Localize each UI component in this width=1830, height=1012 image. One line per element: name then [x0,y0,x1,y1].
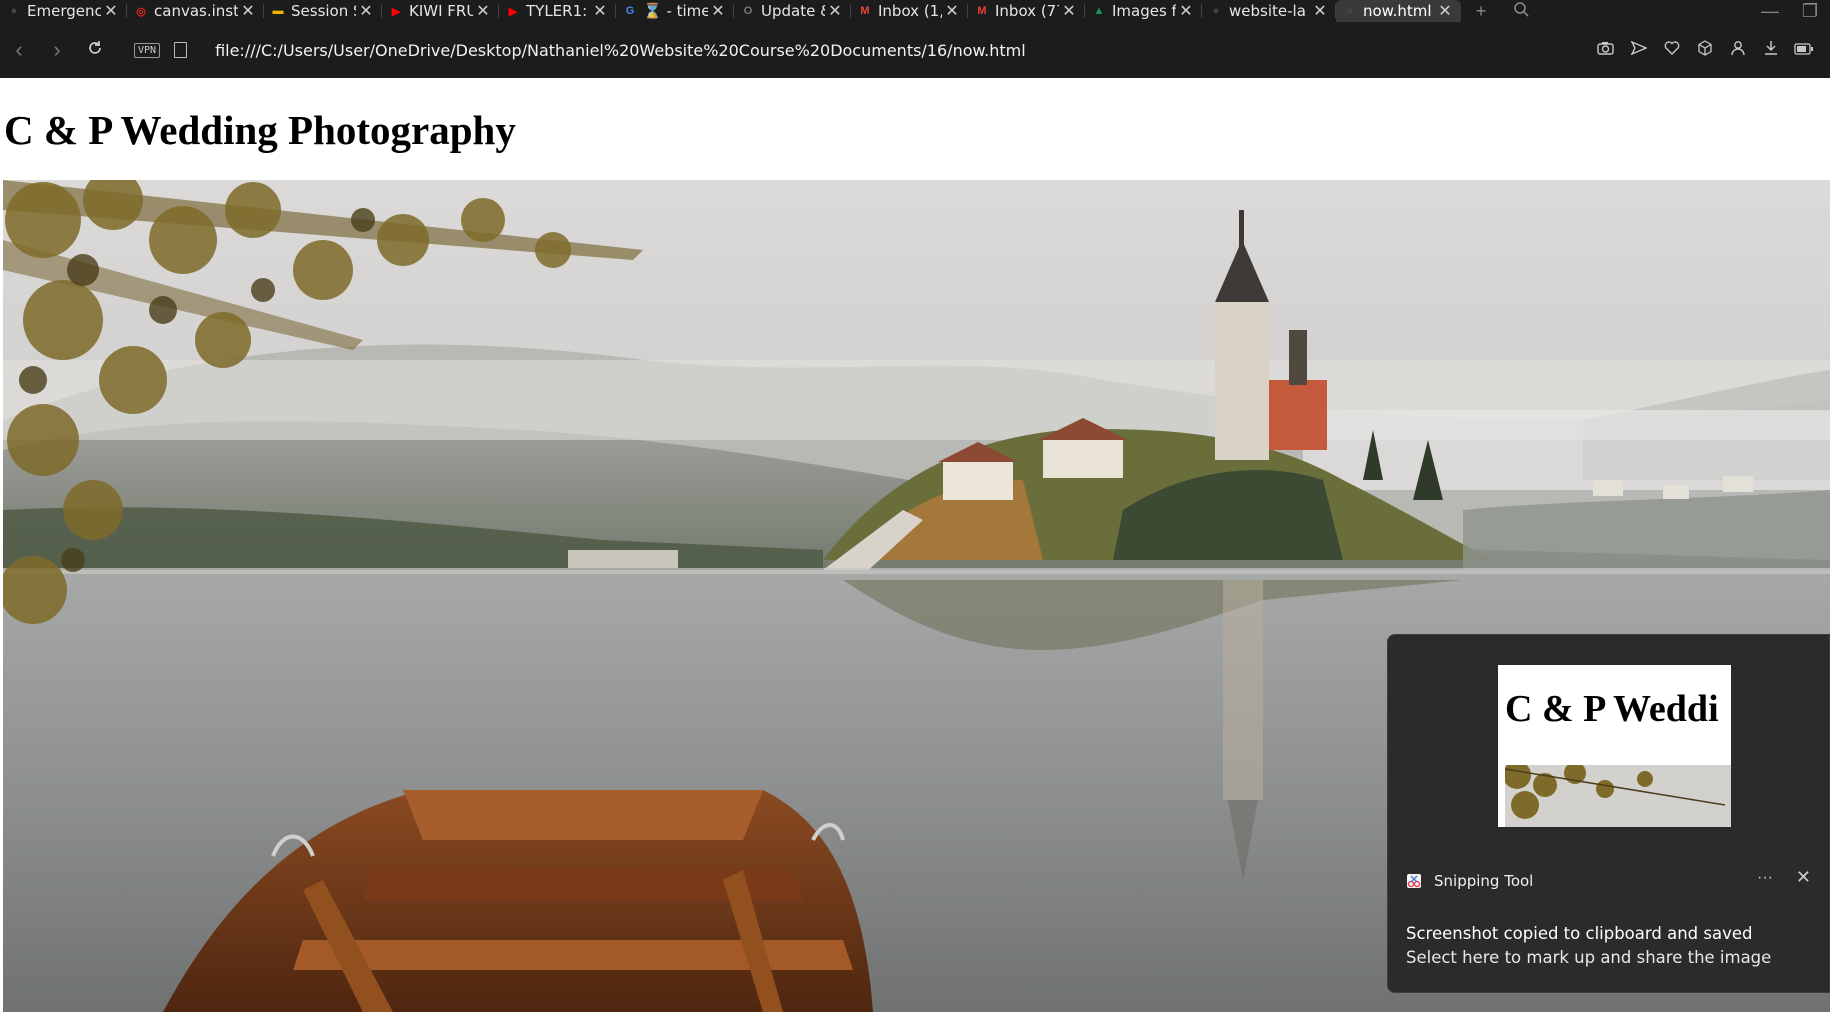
toast-message: Screenshot copied to clipboard and saved [1406,924,1753,943]
globe-icon: ● [1346,5,1354,17]
battery-icon[interactable] [1787,40,1820,60]
tab-1[interactable]: ◎ canvas.inst ✕ [127,0,264,22]
send-icon[interactable] [1622,40,1655,60]
globe-icon: ● [1212,5,1220,17]
reload-button[interactable] [76,37,114,63]
account-icon[interactable] [1721,40,1754,61]
tab-close-icon[interactable]: ✕ [1059,1,1079,21]
youtube-icon: ▶ [391,5,401,18]
file-icon [174,42,188,58]
minimize-button[interactable]: — [1750,1,1790,22]
tab-8[interactable]: M Inbox (777✕ [968,0,1085,22]
tab-strip: ●Emergency✕◎canvas.inst✕▬Session Si✕▶KIW… [0,0,1830,22]
toast-subtext[interactable]: Select here to mark up and share the ima… [1406,948,1771,967]
tab-3[interactable]: ▶ KIWI FRUI✕ [382,0,499,22]
tab-0[interactable]: ● Emergency✕ [0,0,127,22]
tab-2[interactable]: ▬ Session Si✕ [264,0,382,22]
heart-icon[interactable] [1655,40,1688,60]
google-icon: G [625,5,635,17]
tab-11[interactable]: ● now.html ✕ [1336,0,1461,22]
youtube-icon: ▶ [508,5,518,18]
snipping-tool-icon [1407,874,1421,888]
gmail-icon: M [860,5,870,17]
tab-7[interactable]: M Inbox (1,2✕ [851,0,968,22]
opera-icon: O [743,5,753,17]
back-button[interactable]: ‹ [0,37,38,63]
tab-close-icon[interactable]: ✕ [1176,1,1196,21]
tab-10[interactable]: ● website-la ✕ [1202,0,1336,22]
tab-label: TYLER1: L [526,2,590,20]
globe-icon: ● [10,5,18,17]
thumbnail-heading: C & P Weddi [1505,688,1719,730]
tab-label: Inbox (777 [995,2,1059,20]
tab-close-icon[interactable]: ✕ [238,1,258,21]
camera-icon[interactable] [1589,40,1622,60]
tab-6[interactable]: O Update & ✕ [734,0,851,22]
toast-app-header: Snipping Tool [1406,872,1533,890]
tab-close-icon[interactable]: ✕ [942,1,962,21]
tab-label: website-la [1229,2,1306,20]
cube-icon[interactable] [1688,39,1721,61]
tab-close-icon[interactable]: ✕ [1435,1,1455,21]
page-heading: C & P Wedding Photography [4,107,516,153]
tab-label: Inbox (1,2 [878,2,942,20]
tab-label: ⌛ - timer [643,2,708,20]
tab-label: Update & [761,2,825,20]
tab-label: Emergency [27,2,101,20]
download-icon[interactable] [1754,40,1787,61]
tab-label: KIWI FRUI [409,2,473,20]
tab-9[interactable]: ▲ Images for✕ [1085,0,1202,22]
tab-5[interactable]: G ⌛ - timer✕ [616,0,734,22]
toast-app-name: Snipping Tool [1434,872,1534,890]
restore-button[interactable]: ❐ [1790,1,1830,22]
tab-close-icon[interactable]: ✕ [356,1,376,21]
screenshot-thumbnail[interactable]: C & P Weddi [1498,665,1731,827]
new-tab-button[interactable]: + [1461,1,1501,22]
tab-close-icon[interactable]: ✕ [473,1,493,21]
tab-list: ●Emergency✕◎canvas.inst✕▬Session Si✕▶KIW… [0,0,1461,22]
toolbar-icons [1589,39,1820,61]
slides-icon: ▬ [272,5,284,17]
tab-4[interactable]: ▶ TYLER1: L✕ [499,0,616,22]
tab-label: canvas.inst [154,2,238,20]
tab-close-icon[interactable]: ✕ [708,1,728,21]
toast-close-button[interactable]: ✕ [1796,867,1811,888]
tab-close-icon[interactable]: ✕ [1310,1,1330,21]
drive-icon: ▲ [1093,5,1105,17]
tab-close-icon[interactable]: ✕ [825,1,845,21]
snipping-tool-notification[interactable]: C & P Weddi Snipping Tool ··· ✕ Screensh… [1387,634,1830,993]
vpn-badge[interactable]: VPN [134,42,161,58]
tab-label: Images for [1112,2,1176,20]
forward-button[interactable]: › [38,37,76,63]
canvas-icon: ◎ [136,5,146,18]
browser-toolbar: ‹ › VPN file:///C:/Users/User/OneDrive/D… [0,22,1830,78]
tab-label: now.html [1363,2,1432,20]
tab-close-icon[interactable]: ✕ [101,1,121,21]
tab-close-icon[interactable]: ✕ [590,1,610,21]
tab-label: Session Si [291,2,356,20]
tab-search-icon[interactable] [1501,1,1541,22]
thumbnail-photo [1503,761,1731,827]
gmail-icon: M [977,5,987,17]
address-bar-url[interactable]: file:///C:/Users/User/OneDrive/Desktop/N… [215,41,1589,60]
toast-more-button[interactable]: ··· [1757,869,1773,887]
